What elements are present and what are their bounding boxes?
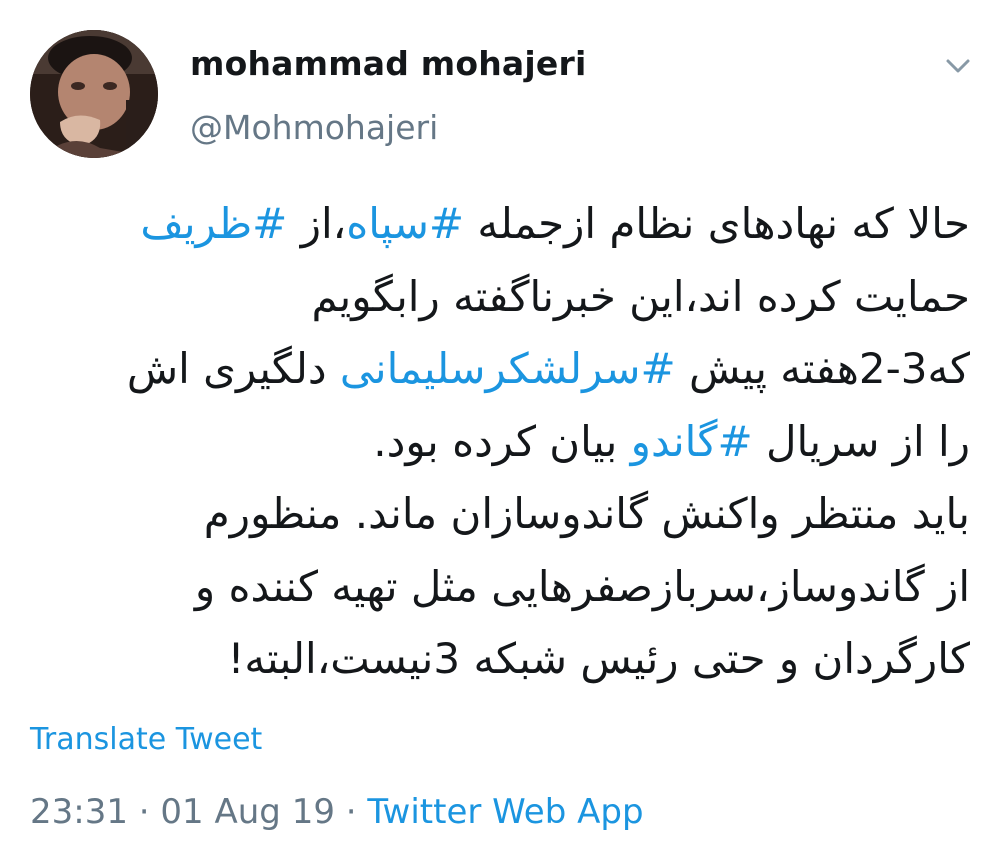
tweet-text-segment: ،از (287, 199, 347, 248)
tweet-text-segment: حالا که نهادهای نظام ازجمله (464, 199, 970, 248)
hashtag-link[interactable]: #ظریف (140, 199, 287, 248)
tweet-text-segment: که3-2هفته پیش (675, 344, 970, 393)
author-avatar[interactable] (30, 30, 158, 158)
author-display-name[interactable]: mohammad mohajeri (190, 44, 586, 83)
tweet-text: حالا که نهادهای نظام ازجمله #سپاه،از #ظر… (28, 188, 970, 696)
tweet-card: mohammad mohajeri @Mohmohajeri حالا که ن… (0, 0, 1000, 855)
tweet-text-line: حالا که نهادهای نظام ازجمله #سپاه،از #ظر… (28, 188, 970, 261)
tweet-text-segment: حمایت کرده اند،این خبرناگفته رابگویم (311, 271, 970, 321)
author-handle[interactable]: @Mohmohajeri (190, 108, 438, 147)
tweet-text-line: حمایت کرده اند،این خبرناگفته رابگویم (28, 261, 970, 334)
hashtag-link[interactable]: #گاندو (631, 417, 753, 466)
tweet-text-segment: دلگیری اش (126, 344, 340, 393)
tweet-text-segment: بیان کرده بود. (373, 416, 631, 466)
tweet-time[interactable]: 23:31 (30, 792, 128, 832)
profile-photo (30, 30, 158, 158)
tweet-date[interactable]: 01 Aug 19 (160, 792, 335, 832)
tweet-text-line: باید منتظر واکنش گاندوسازان ماند. منظورم (28, 478, 970, 551)
meta-separator: · (127, 792, 161, 832)
meta-separator: · (334, 792, 368, 832)
tweet-text-segment: را از سریال (752, 416, 970, 466)
chevron-down-icon[interactable] (940, 52, 976, 80)
tweet-text-segment: باید منتظر واکنش گاندوسازان ماند. منظورم (203, 489, 970, 538)
tweet-text-segment: از گاندوساز،سربازصفرهایی مثل تهیه کننده … (194, 561, 970, 611)
hashtag-link[interactable]: #سرلشکرسلیمانی (340, 344, 676, 393)
tweet-text-line: که3-2هفته پیش #سرلشکرسلیمانی دلگیری اش (28, 333, 970, 406)
tweet-metadata: 23:31 · 01 Aug 19 · Twitter Web App (30, 792, 644, 832)
tweet-text-segment: کارگردان و حتی رئیس شبکه 3نیست،البته! (227, 634, 970, 683)
tweet-text-line: را از سریال #گاندو بیان کرده بود. (28, 406, 970, 479)
translate-tweet-link[interactable]: Translate Tweet (30, 722, 262, 757)
hashtag-link[interactable]: #سپاه (346, 199, 464, 248)
tweet-text-line: کارگردان و حتی رئیس شبکه 3نیست،البته! (28, 623, 970, 696)
tweet-text-line: از گاندوساز،سربازصفرهایی مثل تهیه کننده … (28, 551, 970, 624)
tweet-source-link[interactable]: Twitter Web App (367, 792, 643, 832)
